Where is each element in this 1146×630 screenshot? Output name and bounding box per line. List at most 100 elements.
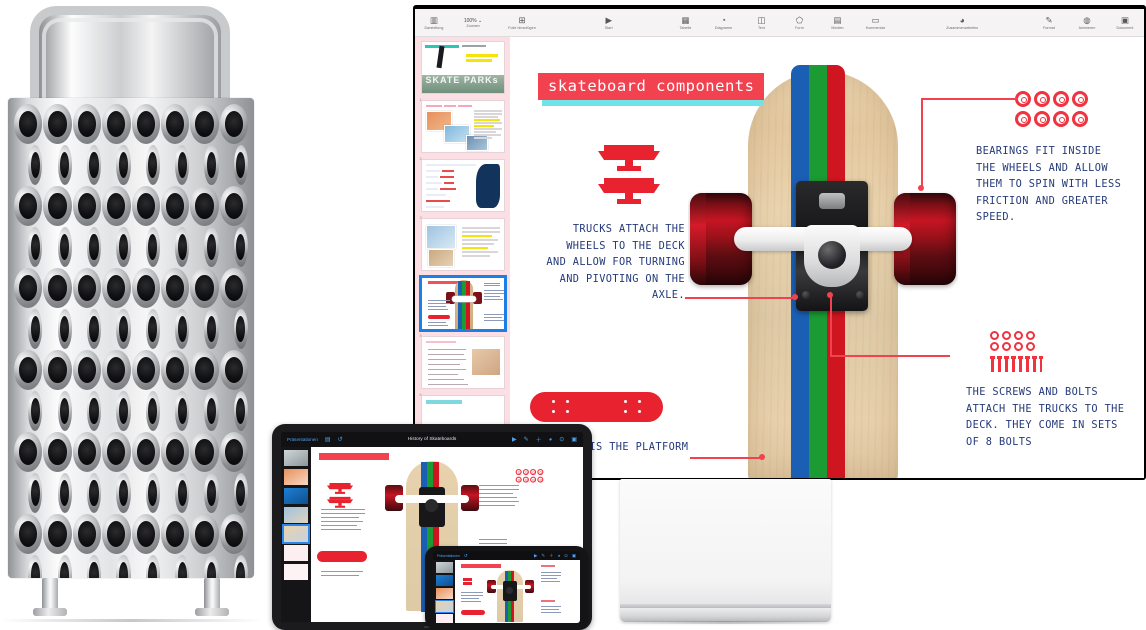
iphone-thumb-2[interactable]: [435, 575, 453, 586]
lattice-hole: [57, 391, 72, 431]
lattice-hole: [102, 514, 131, 554]
thumb-art-5: [418, 275, 507, 332]
lattice-hole: [43, 514, 72, 554]
play-button[interactable]: ▶ Start: [590, 10, 628, 36]
lattice-hole: [233, 309, 248, 349]
lattice-hole: [204, 145, 219, 185]
iphone-slide-navigator[interactable]: [433, 551, 455, 623]
lattice-hole: [233, 555, 248, 578]
mac-pro-tower: [0, 0, 262, 630]
format-button[interactable]: ✎ Format: [1030, 10, 1068, 36]
ipad-thumb-4[interactable]: [284, 507, 308, 523]
iphone-format-icon[interactable]: ▣: [572, 553, 576, 559]
shape-label: Form: [795, 25, 804, 30]
trucks-leader-line: [685, 297, 795, 299]
screws-callout-text[interactable]: THE SCREWS AND BOLTS ATTACH THE TRUCKS T…: [966, 384, 1128, 450]
slide-thumbnail-2[interactable]: 2: [420, 100, 505, 161]
lattice-hole: [204, 309, 219, 349]
add-slide-label: Folie hinzufügen: [508, 25, 536, 30]
lattice-hole: [14, 104, 43, 144]
insert-shape-button[interactable]: ⬠ Form: [781, 10, 819, 36]
iphone-undo-icon[interactable]: ↺: [464, 553, 468, 559]
toolbar-inspector-group: ✎ Format ◍ Animieren ▣ Dokument: [1030, 10, 1144, 36]
insert-comment-button[interactable]: ▭ Kommentar: [857, 10, 895, 36]
lattice-hole: [14, 432, 43, 472]
lattice-hole: [102, 186, 131, 226]
lattice-hole: [175, 145, 190, 185]
collaborate-button[interactable]: ◕ Zusammenarbeiten: [933, 10, 991, 36]
iphone-thumb-1[interactable]: [435, 562, 453, 573]
iphone-slide-canvas[interactable]: [455, 560, 580, 623]
chart-label: Diagramm: [714, 25, 733, 30]
slide-navigator[interactable]: SKATE PARKs 1: [415, 37, 510, 478]
thumb-art-6: [420, 336, 505, 389]
animate-button[interactable]: ◍ Animieren: [1068, 10, 1106, 36]
screws-leader-h: [830, 355, 950, 357]
iphone-thumb-3[interactable]: [435, 588, 453, 599]
iphone-thumb-4[interactable]: [434, 600, 454, 613]
slide-title[interactable]: skateboard components: [538, 73, 765, 100]
pro-display-monitor: ▥ Darstellung 100% ⌄ Zoomen ⊞ Folie hinz…: [413, 5, 1146, 480]
lattice-hole: [28, 227, 43, 267]
document-button[interactable]: ▣ Dokument: [1106, 10, 1144, 36]
bearings-callout-text[interactable]: BEARINGS FIT INSIDE THE WHEELS AND ALLOW…: [976, 143, 1122, 226]
iphone-add-icon[interactable]: ＋: [549, 553, 553, 559]
ipad-thumb-7[interactable]: [284, 564, 308, 580]
iphone-play-icon[interactable]: ▶: [534, 553, 537, 559]
media-icon: ▤: [833, 14, 842, 25]
slide-thumbnail-4[interactable]: 4: [420, 218, 505, 279]
iphone-collaborate-icon[interactable]: ◕: [558, 553, 561, 558]
play-icon: ▶: [605, 14, 613, 25]
ipad-thumb-1[interactable]: [284, 450, 308, 466]
ipad-toolbar: Präsentationen ▤ ↺ History of Skateboard…: [281, 432, 583, 447]
thumb-art-4: [420, 218, 505, 271]
insert-text-button[interactable]: ◫ Text: [743, 10, 781, 36]
lattice-hole: [57, 227, 72, 267]
comment-icon: ▭: [871, 14, 880, 25]
iphone-back-button[interactable]: Präsentationen: [437, 554, 460, 558]
macbook-base: [620, 608, 831, 622]
iphone-tools-icon[interactable]: ✎: [541, 553, 545, 559]
keynote-window: ▥ Darstellung 100% ⌄ Zoomen ⊞ Folie hinz…: [415, 9, 1144, 478]
zoom-control[interactable]: 100% ⌄ Zoomen: [453, 18, 493, 28]
format-icon: ✎: [1045, 14, 1053, 25]
ipad-thumb-6[interactable]: [284, 545, 308, 561]
skateboard-photo[interactable]: [688, 65, 958, 478]
ipad-thumb-2[interactable]: [284, 469, 308, 485]
trucks-callout-text[interactable]: TRUCKS ATTACH THE WHEELS TO THE DECK AND…: [542, 221, 685, 304]
lattice-hole: [57, 473, 72, 513]
baseplate-bolt-right: [856, 291, 864, 299]
insert-chart-button[interactable]: ◔ Diagramm: [705, 10, 743, 36]
animate-label: Animieren: [1078, 25, 1096, 30]
lattice-hole: [131, 514, 160, 554]
media-label: Medien: [831, 25, 844, 30]
slide-thumbnail-1[interactable]: SKATE PARKs 1: [420, 41, 505, 102]
insert-media-button[interactable]: ▤ Medien: [819, 10, 857, 36]
lattice-hole: [72, 104, 102, 144]
ipad-thumb-5[interactable]: [282, 524, 310, 544]
iphone-thumb-5[interactable]: [435, 614, 453, 623]
iphone-more-icon[interactable]: ⊙: [564, 553, 568, 559]
lattice-hole: [86, 227, 102, 267]
slide-canvas[interactable]: skateboard components TRUCKS ATTACH THE …: [510, 37, 1144, 478]
slide-thumbnail-3[interactable]: 3: [420, 159, 505, 220]
lattice-hole: [131, 104, 160, 144]
lattice-hole: [145, 391, 160, 431]
lattice-hole: [43, 350, 72, 390]
slide-thumbnail-5[interactable]: 5: [418, 275, 507, 338]
toolbar-insert-group: ▦ Tabelle ◔ Diagramm ◫ Text ⬠ Form ▤ Med…: [667, 10, 895, 36]
text-icon: ◫: [757, 14, 766, 25]
ipad-slide-navigator[interactable]: [281, 447, 311, 622]
lattice-hole: [102, 432, 131, 472]
view-button[interactable]: ▥ Darstellung: [415, 10, 453, 36]
lattice-hole: [86, 391, 102, 431]
iphone-screen[interactable]: Präsentationen ↺ ▶ ✎ ＋ ◕ ⊙ ▣: [433, 551, 580, 623]
lattice-hole: [190, 432, 219, 472]
lattice-hole: [160, 350, 190, 390]
lattice-hole: [175, 309, 190, 349]
add-slide-button[interactable]: ⊞ Folie hinzufügen: [493, 10, 551, 36]
insert-table-button[interactable]: ▦ Tabelle: [667, 10, 705, 36]
ipad-thumb-3[interactable]: [284, 488, 308, 504]
slide-thumbnail-6[interactable]: 6: [420, 336, 505, 397]
bearings-leader-h: [921, 98, 1018, 100]
